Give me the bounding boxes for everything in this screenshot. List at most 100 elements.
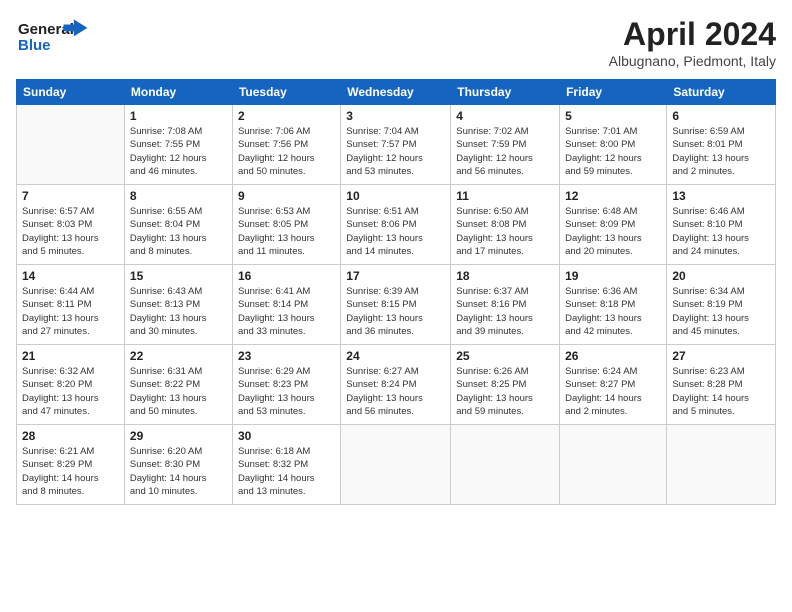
table-row xyxy=(667,425,776,505)
day-info: Sunrise: 6:46 AMSunset: 8:10 PMDaylight:… xyxy=(672,205,770,258)
day-number: 17 xyxy=(346,269,445,283)
day-number: 4 xyxy=(456,109,554,123)
day-number: 5 xyxy=(565,109,661,123)
day-info: Sunrise: 6:36 AMSunset: 8:18 PMDaylight:… xyxy=(565,285,661,338)
calendar-table: Sunday Monday Tuesday Wednesday Thursday… xyxy=(16,79,776,505)
day-info: Sunrise: 6:55 AMSunset: 8:04 PMDaylight:… xyxy=(130,205,227,258)
day-info: Sunrise: 6:51 AMSunset: 8:06 PMDaylight:… xyxy=(346,205,445,258)
table-row: 2 Sunrise: 7:06 AMSunset: 7:56 PMDaylight… xyxy=(232,105,340,185)
day-number: 26 xyxy=(565,349,661,363)
day-info: Sunrise: 6:29 AMSunset: 8:23 PMDaylight:… xyxy=(238,365,335,418)
day-info: Sunrise: 6:37 AMSunset: 8:16 PMDaylight:… xyxy=(456,285,554,338)
day-number: 27 xyxy=(672,349,770,363)
col-sunday: Sunday xyxy=(17,80,125,105)
table-row: 18Sunrise: 6:37 AMSunset: 8:16 PMDayligh… xyxy=(451,265,560,345)
day-number: 11 xyxy=(456,189,554,203)
table-row: 26Sunrise: 6:24 AMSunset: 8:27 PMDayligh… xyxy=(560,345,667,425)
logo-icon: General Blue xyxy=(16,16,106,60)
day-info: Sunrise: 7:06 AMSunset: 7:56 PMDaylight:… xyxy=(238,125,335,178)
day-number: 24 xyxy=(346,349,445,363)
header: General Blue April 2024 Albugnano, Piedm… xyxy=(16,16,776,69)
day-info: Sunrise: 6:53 AMSunset: 8:05 PMDaylight:… xyxy=(238,205,335,258)
table-row: 27 Sunrise: 6:23 AMSunset: 8:28 PMDayligh… xyxy=(667,345,776,425)
table-row: 7 Sunrise: 6:57 AMSunset: 8:03 PMDaylight… xyxy=(17,185,125,265)
table-row: 14Sunrise: 6:44 AMSunset: 8:11 PMDayligh… xyxy=(17,265,125,345)
table-row: 9 Sunrise: 6:53 AMSunset: 8:05 PMDaylight… xyxy=(232,185,340,265)
table-row: 8 Sunrise: 6:55 AMSunset: 8:04 PMDaylight… xyxy=(124,185,232,265)
svg-text:Blue: Blue xyxy=(18,37,51,54)
calendar-row: 7 Sunrise: 6:57 AMSunset: 8:03 PMDaylight… xyxy=(17,185,776,265)
title-area: April 2024 Albugnano, Piedmont, Italy xyxy=(609,16,776,69)
day-number: 3 xyxy=(346,109,445,123)
table-row: 25Sunrise: 6:26 AMSunset: 8:25 PMDayligh… xyxy=(451,345,560,425)
table-row: 11 Sunrise: 6:50 AMSunset: 8:08 PMDayligh… xyxy=(451,185,560,265)
day-number: 7 xyxy=(22,189,119,203)
table-row: 20Sunrise: 6:34 AMSunset: 8:19 PMDayligh… xyxy=(667,265,776,345)
table-row: 24 Sunrise: 6:27 AMSunset: 8:24 PMDayligh… xyxy=(341,345,451,425)
table-row: 4 Sunrise: 7:02 AMSunset: 7:59 PMDaylight… xyxy=(451,105,560,185)
table-row xyxy=(560,425,667,505)
table-row: 3 Sunrise: 7:04 AMSunset: 7:57 PMDaylight… xyxy=(341,105,451,185)
day-number: 1 xyxy=(130,109,227,123)
table-row: 6 Sunrise: 6:59 AMSunset: 8:01 PMDaylight… xyxy=(667,105,776,185)
location: Albugnano, Piedmont, Italy xyxy=(609,53,776,69)
day-number: 9 xyxy=(238,189,335,203)
month-title: April 2024 xyxy=(609,16,776,53)
day-number: 29 xyxy=(130,429,227,443)
day-number: 15 xyxy=(130,269,227,283)
day-info: Sunrise: 7:01 AMSunset: 8:00 PMDaylight:… xyxy=(565,125,661,178)
col-saturday: Saturday xyxy=(667,80,776,105)
page: General Blue April 2024 Albugnano, Piedm… xyxy=(0,0,792,612)
table-row xyxy=(341,425,451,505)
day-number: 28 xyxy=(22,429,119,443)
calendar-row: 14Sunrise: 6:44 AMSunset: 8:11 PMDayligh… xyxy=(17,265,776,345)
table-row: 19 Sunrise: 6:36 AMSunset: 8:18 PMDayligh… xyxy=(560,265,667,345)
table-row: 5 Sunrise: 7:01 AMSunset: 8:00 PMDaylight… xyxy=(560,105,667,185)
table-row: 1 Sunrise: 7:08 AMSunset: 7:55 PMDaylight… xyxy=(124,105,232,185)
day-info: Sunrise: 7:02 AMSunset: 7:59 PMDaylight:… xyxy=(456,125,554,178)
day-info: Sunrise: 6:20 AMSunset: 8:30 PMDaylight:… xyxy=(130,445,227,498)
day-number: 21 xyxy=(22,349,119,363)
table-row xyxy=(17,105,125,185)
table-row: 28 Sunrise: 6:21 AMSunset: 8:29 PMDayligh… xyxy=(17,425,125,505)
col-monday: Monday xyxy=(124,80,232,105)
col-wednesday: Wednesday xyxy=(341,80,451,105)
day-info: Sunrise: 6:57 AMSunset: 8:03 PMDaylight:… xyxy=(22,205,119,258)
col-friday: Friday xyxy=(560,80,667,105)
calendar-row: 28 Sunrise: 6:21 AMSunset: 8:29 PMDayligh… xyxy=(17,425,776,505)
day-info: Sunrise: 6:21 AMSunset: 8:29 PMDaylight:… xyxy=(22,445,119,498)
calendar-row: 1 Sunrise: 7:08 AMSunset: 7:55 PMDaylight… xyxy=(17,105,776,185)
day-info: Sunrise: 6:43 AMSunset: 8:13 PMDaylight:… xyxy=(130,285,227,338)
table-row: 15 Sunrise: 6:43 AMSunset: 8:13 PMDayligh… xyxy=(124,265,232,345)
day-info: Sunrise: 7:04 AMSunset: 7:57 PMDaylight:… xyxy=(346,125,445,178)
calendar-row: 21 Sunrise: 6:32 AMSunset: 8:20 PMDayligh… xyxy=(17,345,776,425)
day-info: Sunrise: 6:23 AMSunset: 8:28 PMDaylight:… xyxy=(672,365,770,418)
table-row: 22Sunrise: 6:31 AMSunset: 8:22 PMDayligh… xyxy=(124,345,232,425)
day-number: 2 xyxy=(238,109,335,123)
day-number: 8 xyxy=(130,189,227,203)
col-thursday: Thursday xyxy=(451,80,560,105)
table-row: 12 Sunrise: 6:48 AMSunset: 8:09 PMDayligh… xyxy=(560,185,667,265)
day-info: Sunrise: 6:32 AMSunset: 8:20 PMDaylight:… xyxy=(22,365,119,418)
table-row: 23Sunrise: 6:29 AMSunset: 8:23 PMDayligh… xyxy=(232,345,340,425)
logo: General Blue xyxy=(16,16,106,65)
day-info: Sunrise: 6:59 AMSunset: 8:01 PMDaylight:… xyxy=(672,125,770,178)
day-number: 19 xyxy=(565,269,661,283)
table-row: 30Sunrise: 6:18 AMSunset: 8:32 PMDayligh… xyxy=(232,425,340,505)
table-row: 17 Sunrise: 6:39 AMSunset: 8:15 PMDayligh… xyxy=(341,265,451,345)
day-info: Sunrise: 6:50 AMSunset: 8:08 PMDaylight:… xyxy=(456,205,554,258)
day-number: 25 xyxy=(456,349,554,363)
day-number: 14 xyxy=(22,269,119,283)
table-row: 21 Sunrise: 6:32 AMSunset: 8:20 PMDayligh… xyxy=(17,345,125,425)
col-tuesday: Tuesday xyxy=(232,80,340,105)
day-info: Sunrise: 6:48 AMSunset: 8:09 PMDaylight:… xyxy=(565,205,661,258)
day-info: Sunrise: 7:08 AMSunset: 7:55 PMDaylight:… xyxy=(130,125,227,178)
day-info: Sunrise: 6:27 AMSunset: 8:24 PMDaylight:… xyxy=(346,365,445,418)
day-info: Sunrise: 6:39 AMSunset: 8:15 PMDaylight:… xyxy=(346,285,445,338)
table-row xyxy=(451,425,560,505)
calendar-body: 1 Sunrise: 7:08 AMSunset: 7:55 PMDaylight… xyxy=(17,105,776,505)
day-number: 6 xyxy=(672,109,770,123)
day-number: 12 xyxy=(565,189,661,203)
table-row: 16Sunrise: 6:41 AMSunset: 8:14 PMDayligh… xyxy=(232,265,340,345)
day-number: 22 xyxy=(130,349,227,363)
